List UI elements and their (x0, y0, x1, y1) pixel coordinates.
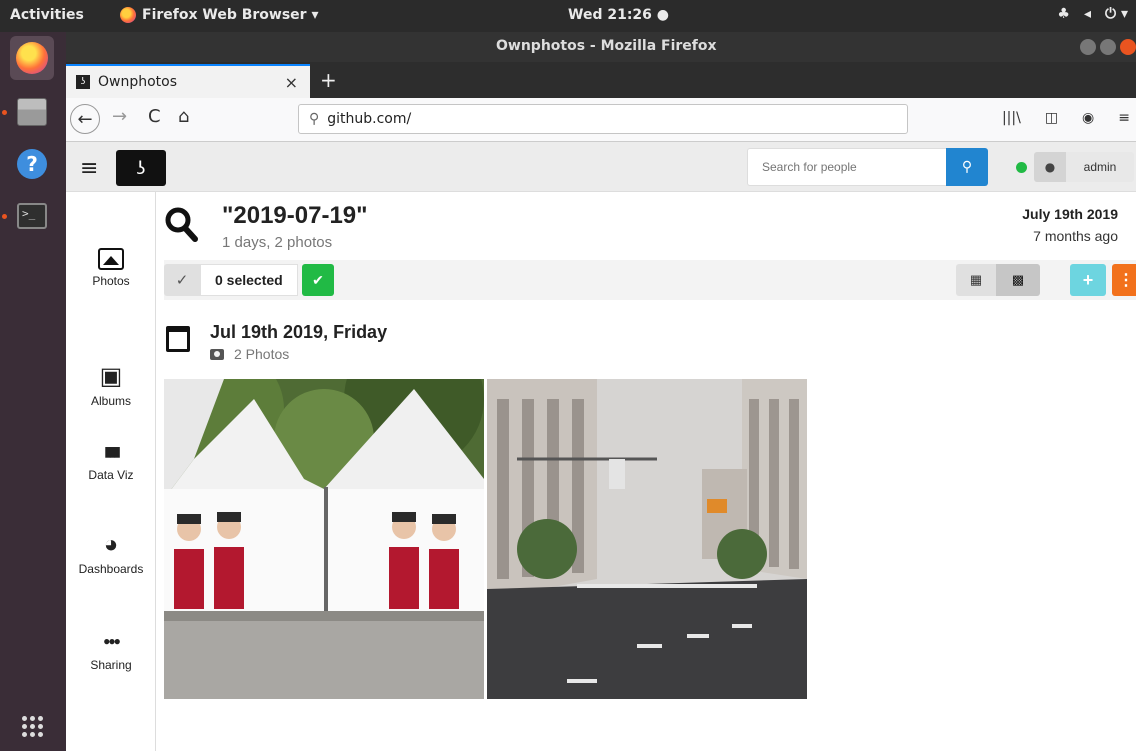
dock-files[interactable] (10, 90, 54, 134)
new-tab-button[interactable]: + (320, 68, 337, 92)
user-icon[interactable]: ● (1034, 152, 1066, 182)
reload-button[interactable]: C (148, 106, 161, 127)
tab-close-button[interactable]: × (285, 73, 298, 92)
dashboard-icon: ◕ (103, 531, 119, 558)
select-all-button[interactable]: ✔ (302, 264, 334, 296)
running-indicator (2, 214, 7, 219)
volume-icon[interactable]: ◂ (1084, 6, 1091, 22)
photo-count-label: 2 Photos (234, 346, 290, 362)
photo-tents-image (164, 379, 484, 699)
app-header: ≡ ʖ ⚲ ● admin (66, 142, 1136, 192)
url-bar[interactable]: ⚲ github.com/ (298, 104, 908, 134)
ownphotos-logo[interactable]: ʖ (116, 150, 166, 186)
add-to-album-button[interactable]: + (1070, 264, 1106, 296)
close-window-button[interactable] (1120, 39, 1136, 55)
launcher-dock: ? >_ (0, 32, 66, 751)
navigation-toolbar: ← → C ⌂ ⚲ github.com/ |||\ ◫ ◉ ≡ (66, 98, 1136, 142)
window-controls (1080, 39, 1136, 55)
minimize-button[interactable] (1080, 39, 1096, 55)
search-icon (165, 207, 198, 242)
photo-street-image (487, 379, 807, 699)
select-mode-button[interactable]: ✓ (164, 264, 200, 296)
dock-help[interactable]: ? (10, 142, 54, 186)
url-text: github.com/ (327, 111, 412, 127)
hamburger-icon[interactable]: ≡ (80, 156, 98, 181)
sidebar-item-dataviz[interactable]: ▮▮▮ Data Viz (66, 438, 156, 482)
selected-count: 0 selected (200, 264, 298, 296)
toolbar-right: |||\ ◫ ◉ ≡ (1002, 110, 1130, 126)
network-icon[interactable]: ♣ (1057, 6, 1070, 22)
sidebar-item-label: Albums (90, 394, 131, 408)
calendar-icon (166, 326, 190, 352)
window-title: Ownphotos - Mozilla Firefox (496, 38, 717, 54)
search-icon: ⚲ (309, 111, 320, 127)
app-sidebar: Photos ▣ Albums ▮▮▮ Data Viz ◕ Dashboard… (66, 192, 156, 751)
ownphotos-favicon: ʖ (76, 75, 90, 89)
online-status-dot (1016, 162, 1027, 173)
page-subtitle: 1 days, 2 photos (222, 234, 333, 251)
relative-date-label: 7 months ago (1033, 228, 1118, 244)
camera-icon (210, 348, 224, 360)
show-apps-icon[interactable] (22, 716, 43, 737)
sidebar-item-photos[interactable]: Photos (66, 248, 156, 288)
photo-thumbnail[interactable] (164, 379, 484, 699)
maximize-button[interactable] (1100, 39, 1116, 55)
users-icon: ●●● (103, 634, 121, 648)
menu-icon[interactable]: ≡ (1118, 110, 1130, 126)
terminal-icon: >_ (17, 203, 47, 229)
app-menu[interactable]: Firefox Web Browser ▾ (120, 7, 318, 23)
date-label: July 19th 2019 (1022, 206, 1118, 222)
chart-icon: ▮▮▮ (103, 443, 121, 459)
group-photo-count: 2 Photos (210, 346, 289, 362)
photo-thumbnail[interactable] (487, 379, 807, 699)
sidebar-item-label: Dashboards (78, 562, 144, 576)
sidebar-item-dashboards[interactable]: ◕ Dashboards (66, 531, 156, 577)
sidebar-item-sharing[interactable]: ●●● Sharing (66, 628, 156, 672)
help-icon: ? (17, 149, 47, 179)
tab-label: Ownphotos (98, 74, 178, 90)
running-indicator (2, 110, 7, 115)
window-titlebar: Ownphotos - Mozilla Firefox (66, 32, 1136, 62)
tab-bar: ʖ Ownphotos × + (66, 62, 1136, 98)
sidebar-item-albums[interactable]: ▣ Albums (66, 363, 156, 409)
clock[interactable]: Wed 21:26 ● (568, 7, 669, 23)
sidebar-item-label: Data Viz (88, 468, 134, 482)
firefox-icon (16, 42, 48, 74)
library-icon[interactable]: |||\ (1002, 110, 1021, 126)
system-tray[interactable]: ♣ ◂ ⏻ ▾ (1057, 6, 1128, 22)
photo-icon (98, 248, 124, 270)
search-icon: ⚲ (961, 159, 973, 175)
username-label[interactable]: admin (1066, 152, 1134, 182)
selection-toolbar: ✓ 0 selected ✔ ▦ ▩ + ⋮ (164, 260, 1136, 300)
sidebar-item-label: Photos (92, 274, 130, 288)
activities-button[interactable]: Activities (10, 7, 84, 23)
search-button[interactable]: ⚲ (946, 148, 988, 186)
back-button[interactable]: ← (70, 104, 100, 134)
more-actions-button[interactable]: ⋮ (1112, 264, 1136, 296)
sidebar-item-label: Sharing (90, 658, 132, 672)
people-search-input[interactable] (747, 148, 946, 186)
group-date-title: Jul 19th 2019, Friday (210, 322, 388, 342)
large-grid-view-button[interactable]: ▩ (996, 264, 1040, 296)
files-icon (17, 98, 47, 126)
albums-icon: ▣ (99, 363, 123, 390)
power-icon[interactable]: ⏻ ▾ (1105, 6, 1128, 22)
page-title: "2019-07-19" (222, 202, 368, 229)
dock-terminal[interactable]: >_ (10, 194, 54, 238)
tab-ownphotos[interactable]: ʖ Ownphotos × (66, 64, 310, 98)
main-content: "2019-07-19" 1 days, 2 photos July 19th … (156, 192, 1136, 751)
app-menu-label: Firefox Web Browser ▾ (142, 7, 319, 23)
forward-button[interactable]: → (112, 106, 127, 127)
small-grid-view-button[interactable]: ▦ (956, 264, 996, 296)
account-icon[interactable]: ◉ (1082, 110, 1094, 126)
dock-firefox[interactable] (10, 36, 54, 80)
home-button[interactable]: ⌂ (178, 106, 189, 127)
firefox-icon (120, 7, 136, 23)
system-top-bar: Activities Firefox Web Browser ▾ Wed 21:… (0, 0, 1136, 32)
sidebar-icon[interactable]: ◫ (1045, 110, 1058, 126)
